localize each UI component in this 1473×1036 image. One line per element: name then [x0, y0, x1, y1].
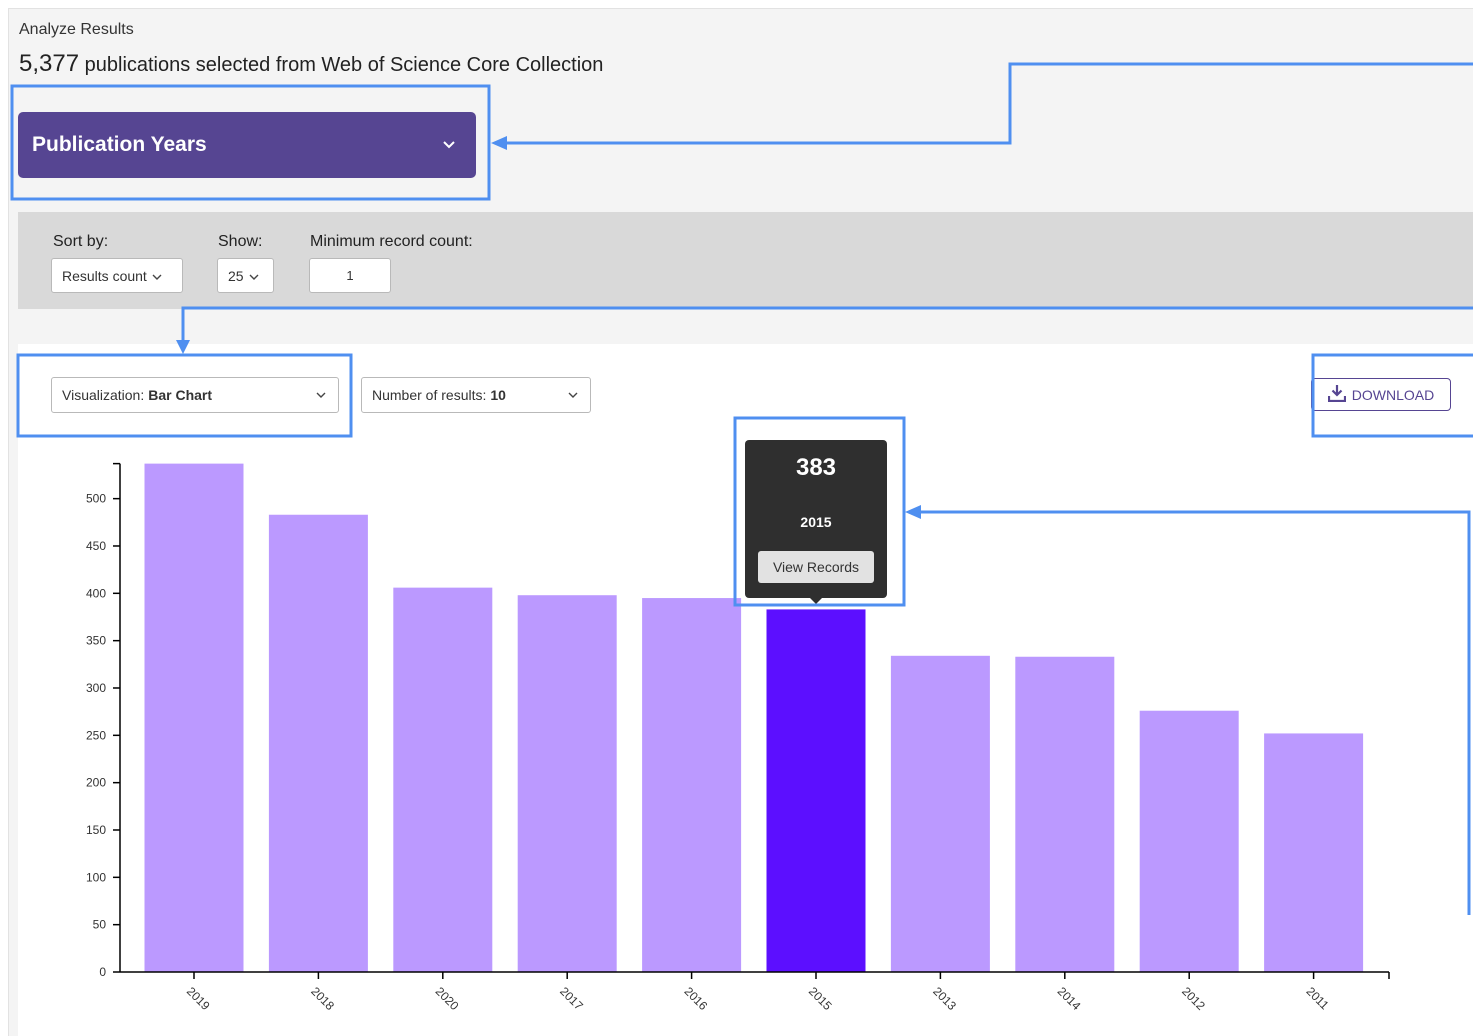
y-tick-label-0: 0: [99, 965, 106, 979]
bar-2015[interactable]: [766, 609, 866, 972]
bar-chart: 0 50 100 150 200 250 300 350 400 450 500 2019 2018 20…: [86, 462, 1390, 1013]
bar-tooltip: 383 2015 View Records: [745, 440, 887, 604]
y-tick-label-300: 300: [86, 681, 106, 695]
tooltip-pointer: [810, 598, 822, 604]
y-tick-label-350: 350: [86, 634, 106, 648]
y-tick-label-150: 150: [86, 823, 106, 837]
x-tick-label-2018: 2018: [308, 984, 337, 1013]
y-tick-label-250: 250: [86, 728, 106, 742]
bar-2018[interactable]: [268, 514, 368, 972]
x-tick-label-2012: 2012: [1179, 984, 1208, 1013]
x-tick-label-2019: 2019: [184, 984, 213, 1013]
y-tick-label-400: 400: [86, 586, 106, 600]
x-tick-label-2014: 2014: [1055, 984, 1084, 1013]
tooltip-year: 2015: [800, 514, 832, 530]
bar-2017[interactable]: [517, 595, 617, 972]
x-tick-label-2013: 2013: [930, 984, 959, 1013]
x-tick-label-2020: 2020: [433, 984, 462, 1013]
bar-2016[interactable]: [642, 598, 742, 972]
bar-2013[interactable]: [890, 655, 990, 972]
y-tick-label-450: 450: [86, 539, 106, 553]
bar-2012[interactable]: [1139, 710, 1239, 972]
x-tick-label-2015: 2015: [806, 984, 835, 1013]
y-tick-label-200: 200: [86, 776, 106, 790]
view-records-button[interactable]: View Records: [758, 551, 874, 583]
x-tick-label-2011: 2011: [1303, 984, 1331, 1012]
x-tick-label-2017: 2017: [557, 984, 586, 1013]
x-tick-label-2016: 2016: [681, 984, 710, 1013]
bar-2019[interactable]: [144, 463, 244, 972]
y-tick-label-500: 500: [86, 492, 106, 506]
bar-2014[interactable]: [1015, 656, 1115, 972]
y-tick-label-100: 100: [86, 870, 106, 884]
y-tick-label-50: 50: [93, 918, 107, 932]
bar-2011[interactable]: [1264, 733, 1364, 972]
bar-2020[interactable]: [393, 587, 493, 972]
tooltip-value: 383: [795, 454, 837, 481]
